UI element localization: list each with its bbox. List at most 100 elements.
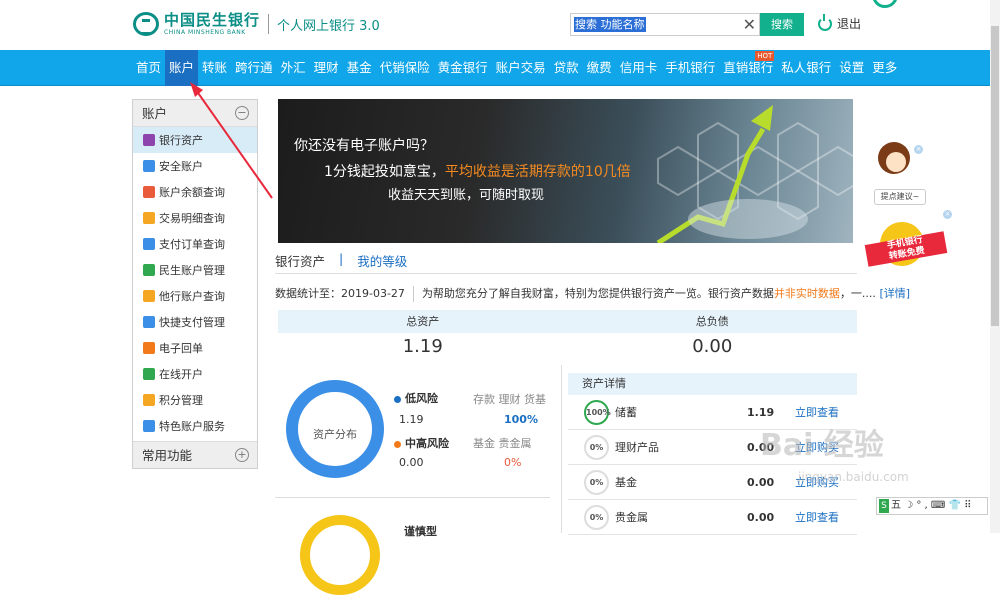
nav-item-1[interactable]: 账户 <box>165 50 199 86</box>
sidebar-item-1[interactable]: 安全账户 <box>133 153 257 179</box>
banner-headline: 你还没有电子账户吗？ <box>294 138 434 154</box>
nav-item-8[interactable]: 黄金银行 <box>434 50 492 86</box>
stats-note-suffix: ，一.... <box>839 287 876 300</box>
logout-label: 退出 <box>837 17 862 31</box>
banner-highlight: 平均收益是活期存款的10几倍 <box>444 164 631 180</box>
search-input[interactable]: 搜索 功能名称 <box>574 17 646 32</box>
sidebar-item-0[interactable]: 银行资产 <box>133 127 257 153</box>
tab-my-level[interactable]: 我的等级 <box>357 251 421 273</box>
close-promo-icon[interactable]: × <box>943 210 952 219</box>
donut-center-label: 资产分布 <box>313 428 357 441</box>
scroll-thumb[interactable] <box>991 26 999 326</box>
total-liabilities-label: 总负债 <box>695 315 729 328</box>
sidebar-item-label: 交易明细查询 <box>159 212 225 225</box>
minsheng-logo-icon <box>133 12 159 36</box>
mid-risk-pct: 0% <box>504 456 522 469</box>
sidebar-item-4[interactable]: 支付订单查询 <box>133 231 257 257</box>
sidebar-item-label: 支付订单查询 <box>159 238 225 251</box>
stats-date: 数据统计至：2019-03-27 <box>275 287 405 300</box>
low-risk-dot <box>394 395 401 403</box>
nav-item-9[interactable]: 账户交易 <box>492 50 550 86</box>
nav-item-14[interactable]: 直销银行 HOT <box>719 50 777 86</box>
sidebar-item-8[interactable]: 电子回单 <box>133 335 257 361</box>
sidebar-item-icon <box>143 134 155 146</box>
sidebar-item-label: 电子回单 <box>159 342 203 355</box>
logo-divider <box>268 14 270 34</box>
logo-name-cn: 中国民生银行 <box>164 10 261 29</box>
detail-pct-badge: 0% <box>584 469 609 495</box>
ime-toolbar[interactable]: 五 ☽ ° , ⌨ 👕 ⠿ <box>876 497 988 515</box>
sidebar-item-label: 特色账户服务 <box>159 420 225 433</box>
mid-risk-types: 基金 贵金属 <box>473 437 532 450</box>
sidebar-item-label: 账户余额查询 <box>159 186 225 199</box>
total-liabilities-value: 0.00 <box>692 336 733 357</box>
nav-item-7[interactable]: 代销保险 <box>376 50 434 86</box>
nav-item-15[interactable]: 私人银行 <box>777 50 835 86</box>
expand-icon[interactable]: + <box>235 448 249 462</box>
sidebar-item-6[interactable]: 他行账户查询 <box>133 283 257 309</box>
promo-banner[interactable]: 你还没有电子账户吗？ 1分钱起投如意宝，平均收益是活期存款的10几倍 收益天天到… <box>278 99 853 243</box>
sidebar-section-common[interactable]: 常用功能 + <box>133 441 257 468</box>
stats-note: 为帮助您充分了解自我财富，特别为您提供银行资产一览。银行资产数据 <box>421 287 774 300</box>
logo-name-en: CHINA MINSHENG BANK <box>164 28 246 36</box>
bank-logo[interactable]: 中国民生银行 CHINA MINSHENG BANK 个人网上银行 3.0 <box>133 12 380 36</box>
nav-item-5[interactable]: 理财 <box>310 50 343 86</box>
nav-item-12[interactable]: 信用卡 <box>616 50 662 86</box>
mobile-transfer-promo[interactable]: 手机银行 转账免费 <box>864 222 948 270</box>
sidebar-item-10[interactable]: 积分管理 <box>133 387 257 413</box>
sidebar-item-7[interactable]: 快捷支付管理 <box>133 309 257 335</box>
nav-item-11[interactable]: 缴费 <box>583 50 616 86</box>
sidebar-item-9[interactable]: 在线开户 <box>133 361 257 387</box>
sidebar-section-account[interactable]: 账户 − <box>133 100 257 127</box>
low-risk-label: 低风险 <box>394 390 438 406</box>
nav-item-4[interactable]: 外汇 <box>277 50 310 86</box>
nav-item-17[interactable]: 更多 <box>868 50 901 86</box>
nav-item-13[interactable]: 手机银行 <box>661 50 719 86</box>
detail-action-link[interactable]: 立即查看 <box>795 509 839 525</box>
close-assistant-icon[interactable]: × <box>914 145 923 154</box>
nav-item-10[interactable]: 贷款 <box>550 50 583 86</box>
sidebar-item-2[interactable]: 账户余额查询 <box>133 179 257 205</box>
stats-note-highlight: 并非实时数据 <box>773 287 840 300</box>
suggestion-button[interactable]: 提点建议~ <box>874 189 926 205</box>
nav-item-3[interactable]: 跨行通 <box>231 50 277 86</box>
floating-circle-icon[interactable] <box>872 0 898 8</box>
total-assets-label: 总资产 <box>406 315 440 328</box>
nav-item-16[interactable]: 设置 <box>835 50 868 86</box>
profile-donut <box>300 515 380 595</box>
sidebar-item-label: 在线开户 <box>159 368 203 381</box>
page-scrollbar[interactable] <box>990 0 1000 533</box>
asset-tabs: 银行资产 | 我的等级 <box>275 251 857 274</box>
sidebar-item-icon <box>143 420 155 432</box>
search-button[interactable]: 搜索 <box>760 13 804 36</box>
low-risk-pct: 100% <box>504 413 538 426</box>
nav-item-6[interactable]: 基金 <box>343 50 376 86</box>
collapse-icon[interactable]: − <box>235 106 249 120</box>
assistant-avatar[interactable] <box>876 142 912 184</box>
search-box[interactable]: 搜索 功能名称 ✕ <box>570 13 760 36</box>
detail-amount: 0.00 <box>747 475 775 489</box>
sidebar-item-label: 安全账户 <box>159 160 203 173</box>
sidebar-item-11[interactable]: 特色账户服务 <box>133 413 257 439</box>
detail-name: 储蓄 <box>615 406 637 419</box>
asset-detail-rows: 100% 储蓄 1.19 立即查看 0% 理财产品 0.00 立即购买 0% 基金 0.00 立即购买… <box>568 395 857 535</box>
clear-search-icon[interactable]: ✕ <box>743 14 756 35</box>
mid-risk-dot <box>394 440 401 448</box>
asset-details-title: 资产详情 <box>568 373 857 395</box>
detail-name: 理财产品 <box>615 441 659 454</box>
sidebar-item-icon <box>143 368 155 380</box>
sidebar-item-3[interactable]: 交易明细查询 <box>133 205 257 231</box>
logout-button[interactable]: 退出 <box>818 13 862 32</box>
nav-item-2[interactable]: 转账 <box>198 50 231 86</box>
tab-separator: | <box>339 251 344 266</box>
nav-item-0[interactable]: 首页 <box>132 50 165 86</box>
tab-bank-assets[interactable]: 银行资产 <box>275 251 339 273</box>
detail-amount: 0.00 <box>747 510 775 524</box>
detail-action-link[interactable]: 立即查看 <box>795 404 839 420</box>
sidebar-item-label: 银行资产 <box>159 134 203 147</box>
details-link[interactable]: [详情] <box>879 287 910 300</box>
distribution-donut: 资产分布 <box>286 380 384 478</box>
detail-name: 基金 <box>615 476 637 489</box>
stats-line: 数据统计至：2019-03-27 为帮助您充分了解自我财富，特别为您提供银行资产一… <box>275 285 910 302</box>
sidebar-item-5[interactable]: 民生账户管理 <box>133 257 257 283</box>
